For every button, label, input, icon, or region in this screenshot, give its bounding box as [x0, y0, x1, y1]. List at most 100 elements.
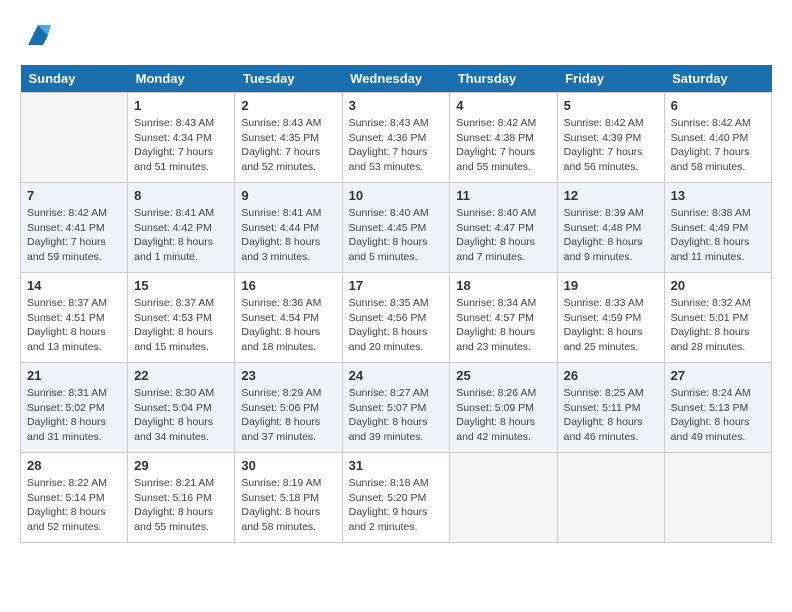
- calendar-cell: [450, 453, 557, 543]
- day-number: 5: [564, 98, 658, 113]
- day-number: 30: [241, 458, 335, 473]
- calendar-day-header: Sunday: [21, 65, 128, 93]
- day-info: Sunrise: 8:21 AM Sunset: 5:16 PM Dayligh…: [134, 476, 228, 535]
- calendar-cell: 30Sunrise: 8:19 AM Sunset: 5:18 PM Dayli…: [235, 453, 342, 543]
- calendar-cell: 19 Sunrise: 8:33 AM Sunset: 4:59 PM Dayli…: [557, 273, 664, 363]
- day-info: Sunrise: 8:42 AM Sunset: 4:41 PM Dayligh…: [27, 206, 121, 265]
- day-number: 4: [456, 98, 550, 113]
- calendar-cell: 26Sunrise: 8:25 AM Sunset: 5:11 PM Dayli…: [557, 363, 664, 453]
- day-info: Sunrise: 8:43 AM Sunset: 4:34 PM Dayligh…: [134, 116, 228, 175]
- calendar-cell: 17 Sunrise: 8:35 AM Sunset: 4:56 PM Dayli…: [342, 273, 450, 363]
- day-number: 2: [241, 98, 335, 113]
- day-info: Sunrise: 8:34 AM Sunset: 4:57 PM Dayligh…: [456, 296, 550, 355]
- calendar-week-row: 28 Sunrise: 8:22 AM Sunset: 5:14 PM Dayli…: [21, 453, 772, 543]
- day-info: Sunrise: 8:33 AM Sunset: 4:59 PM Dayligh…: [564, 296, 658, 355]
- calendar-cell: [664, 453, 771, 543]
- day-info: Sunrise: 8:40 AM Sunset: 4:47 PM Dayligh…: [456, 206, 550, 265]
- day-number: 25: [456, 368, 550, 383]
- day-info: Sunrise: 8:22 AM Sunset: 5:14 PM Dayligh…: [27, 476, 121, 535]
- calendar-week-row: 21Sunrise: 8:31 AM Sunset: 5:02 PM Dayli…: [21, 363, 772, 453]
- day-number: 22: [134, 368, 228, 383]
- calendar-cell: 4Sunrise: 8:42 AM Sunset: 4:38 PM Daylig…: [450, 93, 557, 183]
- calendar-cell: 3 Sunrise: 8:43 AM Sunset: 4:36 PM Daylig…: [342, 93, 450, 183]
- day-number: 7: [27, 188, 121, 203]
- calendar-cell: 27 Sunrise: 8:24 AM Sunset: 5:13 PM Dayli…: [664, 363, 771, 453]
- calendar-cell: 21Sunrise: 8:31 AM Sunset: 5:02 PM Dayli…: [21, 363, 128, 453]
- day-info: Sunrise: 8:37 AM Sunset: 4:53 PM Dayligh…: [134, 296, 228, 355]
- day-info: Sunrise: 8:24 AM Sunset: 5:13 PM Dayligh…: [671, 386, 765, 445]
- calendar-cell: 10Sunrise: 8:40 AM Sunset: 4:45 PM Dayli…: [342, 183, 450, 273]
- day-number: 18: [456, 278, 550, 293]
- day-info: Sunrise: 8:38 AM Sunset: 4:49 PM Dayligh…: [671, 206, 765, 265]
- calendar-cell: 16 Sunrise: 8:36 AM Sunset: 4:54 PM Dayli…: [235, 273, 342, 363]
- day-info: Sunrise: 8:36 AM Sunset: 4:54 PM Dayligh…: [241, 296, 335, 355]
- day-info: Sunrise: 8:30 AM Sunset: 5:04 PM Dayligh…: [134, 386, 228, 445]
- calendar-week-row: 7 Sunrise: 8:42 AM Sunset: 4:41 PM Daylig…: [21, 183, 772, 273]
- logo: [20, 20, 53, 55]
- calendar-cell: [557, 453, 664, 543]
- day-number: 31: [349, 458, 444, 473]
- day-number: 11: [456, 188, 550, 203]
- calendar-day-header: Tuesday: [235, 65, 342, 93]
- calendar-header-row: SundayMondayTuesdayWednesdayThursdayFrid…: [21, 65, 772, 93]
- day-info: Sunrise: 8:39 AM Sunset: 4:48 PM Dayligh…: [564, 206, 658, 265]
- calendar-cell: 13Sunrise: 8:38 AM Sunset: 4:49 PM Dayli…: [664, 183, 771, 273]
- calendar-cell: 25 Sunrise: 8:26 AM Sunset: 5:09 PM Dayli…: [450, 363, 557, 453]
- day-info: Sunrise: 8:31 AM Sunset: 5:02 PM Dayligh…: [27, 386, 121, 445]
- calendar-cell: 5Sunrise: 8:42 AM Sunset: 4:39 PM Daylig…: [557, 93, 664, 183]
- calendar-cell: 2 Sunrise: 8:43 AM Sunset: 4:35 PM Daylig…: [235, 93, 342, 183]
- day-number: 28: [27, 458, 121, 473]
- calendar-day-header: Saturday: [664, 65, 771, 93]
- day-info: Sunrise: 8:41 AM Sunset: 4:44 PM Dayligh…: [241, 206, 335, 265]
- calendar-day-header: Thursday: [450, 65, 557, 93]
- calendar-cell: 31Sunrise: 8:18 AM Sunset: 5:20 PM Dayli…: [342, 453, 450, 543]
- day-number: 23: [241, 368, 335, 383]
- calendar-table: SundayMondayTuesdayWednesdayThursdayFrid…: [20, 65, 772, 543]
- page-header: [20, 20, 772, 55]
- calendar-cell: 8 Sunrise: 8:41 AM Sunset: 4:42 PM Daylig…: [128, 183, 235, 273]
- day-info: Sunrise: 8:35 AM Sunset: 4:56 PM Dayligh…: [349, 296, 444, 355]
- day-number: 26: [564, 368, 658, 383]
- calendar-day-header: Wednesday: [342, 65, 450, 93]
- calendar-cell: 15 Sunrise: 8:37 AM Sunset: 4:53 PM Dayli…: [128, 273, 235, 363]
- calendar-cell: 24 Sunrise: 8:27 AM Sunset: 5:07 PM Dayli…: [342, 363, 450, 453]
- day-number: 10: [349, 188, 444, 203]
- day-info: Sunrise: 8:41 AM Sunset: 4:42 PM Dayligh…: [134, 206, 228, 265]
- calendar-cell: 1 Sunrise: 8:43 AM Sunset: 4:34 PM Daylig…: [128, 93, 235, 183]
- day-info: Sunrise: 8:32 AM Sunset: 5:01 PM Dayligh…: [671, 296, 765, 355]
- day-number: 8: [134, 188, 228, 203]
- day-number: 12: [564, 188, 658, 203]
- day-number: 20: [671, 278, 765, 293]
- day-number: 19: [564, 278, 658, 293]
- logo-icon: [23, 20, 53, 50]
- day-info: Sunrise: 8:27 AM Sunset: 5:07 PM Dayligh…: [349, 386, 444, 445]
- calendar-cell: 9Sunrise: 8:41 AM Sunset: 4:44 PM Daylig…: [235, 183, 342, 273]
- day-number: 15: [134, 278, 228, 293]
- day-number: 24: [349, 368, 444, 383]
- day-info: Sunrise: 8:42 AM Sunset: 4:40 PM Dayligh…: [671, 116, 765, 175]
- calendar-cell: 22 Sunrise: 8:30 AM Sunset: 5:04 PM Dayli…: [128, 363, 235, 453]
- calendar-week-row: 14 Sunrise: 8:37 AM Sunset: 4:51 PM Dayli…: [21, 273, 772, 363]
- calendar-cell: 20 Sunrise: 8:32 AM Sunset: 5:01 PM Dayli…: [664, 273, 771, 363]
- calendar-cell: 29 Sunrise: 8:21 AM Sunset: 5:16 PM Dayli…: [128, 453, 235, 543]
- calendar-cell: 11 Sunrise: 8:40 AM Sunset: 4:47 PM Dayli…: [450, 183, 557, 273]
- calendar-cell: [21, 93, 128, 183]
- calendar-cell: 7 Sunrise: 8:42 AM Sunset: 4:41 PM Daylig…: [21, 183, 128, 273]
- calendar-cell: 18 Sunrise: 8:34 AM Sunset: 4:57 PM Dayli…: [450, 273, 557, 363]
- day-number: 16: [241, 278, 335, 293]
- day-info: Sunrise: 8:43 AM Sunset: 4:35 PM Dayligh…: [241, 116, 335, 175]
- day-info: Sunrise: 8:26 AM Sunset: 5:09 PM Dayligh…: [456, 386, 550, 445]
- day-info: Sunrise: 8:43 AM Sunset: 4:36 PM Dayligh…: [349, 116, 444, 175]
- calendar-cell: 28 Sunrise: 8:22 AM Sunset: 5:14 PM Dayli…: [21, 453, 128, 543]
- day-number: 14: [27, 278, 121, 293]
- calendar-day-header: Monday: [128, 65, 235, 93]
- day-number: 1: [134, 98, 228, 113]
- calendar-cell: 12 Sunrise: 8:39 AM Sunset: 4:48 PM Dayli…: [557, 183, 664, 273]
- day-number: 27: [671, 368, 765, 383]
- day-info: Sunrise: 8:29 AM Sunset: 5:06 PM Dayligh…: [241, 386, 335, 445]
- calendar-cell: 14 Sunrise: 8:37 AM Sunset: 4:51 PM Dayli…: [21, 273, 128, 363]
- day-number: 17: [349, 278, 444, 293]
- day-number: 3: [349, 98, 444, 113]
- day-info: Sunrise: 8:37 AM Sunset: 4:51 PM Dayligh…: [27, 296, 121, 355]
- day-number: 29: [134, 458, 228, 473]
